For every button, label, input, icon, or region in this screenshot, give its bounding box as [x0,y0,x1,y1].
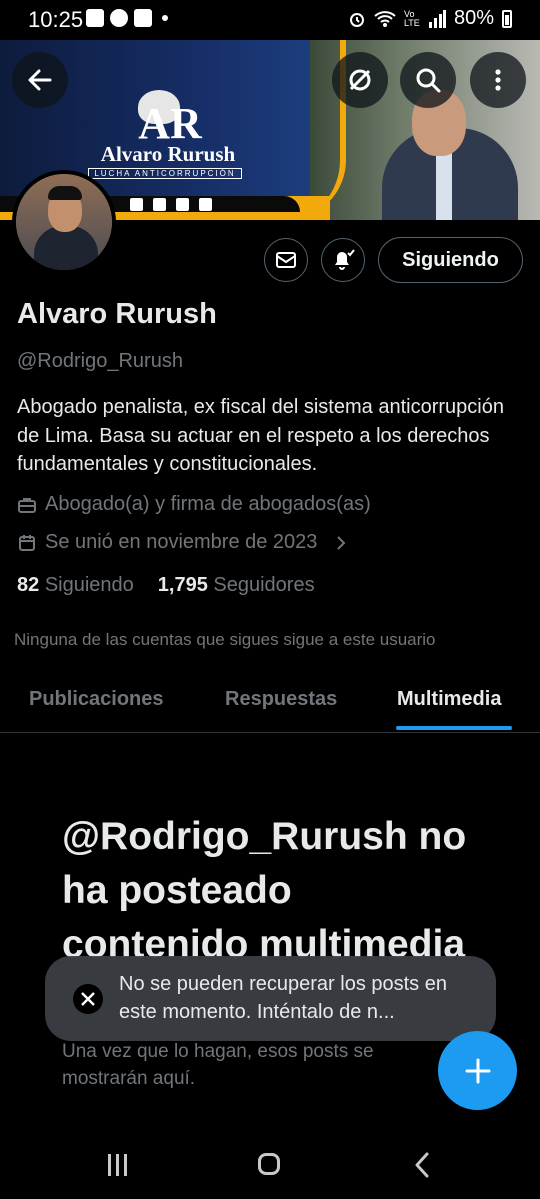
banner-social-icons [130,198,212,211]
profile-joined[interactable]: Se unió en noviembre de 2023 [17,531,351,554]
status-time: 10:25 [28,7,84,32]
profile-tabs: Publicaciones Respuestas Multimedia [0,672,540,733]
following-label: Siguiendo [44,574,134,596]
calendar-icon [19,534,35,551]
alarm-icon [349,12,364,27]
more-notifications-icon [162,15,168,21]
error-toast: No se pueden recuperar los posts en este… [45,956,496,1041]
youtube-icon [134,9,152,27]
arrow-left-icon [28,69,52,91]
followers-label: Seguidores [213,574,315,596]
battery-percent: 80% [453,7,494,29]
follow-stats: 82 Siguiendo 1,795 Seguidores [17,574,315,597]
search-button[interactable] [400,52,456,108]
search-icon [416,68,441,93]
avatar[interactable] [12,170,116,274]
following-button[interactable]: Siguiendo [378,237,523,283]
banner-person-shirt [436,152,452,220]
more-button[interactable] [470,52,526,108]
x-logo-icon [73,984,103,1014]
banner-logo-name: Alvaro Rurush [100,142,236,166]
bell-check-icon [335,249,355,270]
wifi-icon [374,10,396,27]
profile-handle: @Rodrigo_Rurush [17,350,183,372]
banner-curve [250,40,346,220]
profile-category-label: Abogado(a) y firma de abogados(as) [45,493,371,515]
tab-multimedia[interactable]: Multimedia [397,688,501,711]
empty-state-title: @Rodrigo_Rurush no ha posteado contenido… [62,815,467,966]
recent-apps-icon[interactable] [108,1154,127,1176]
tab-respuestas[interactable]: Respuestas [225,688,337,711]
status-right: Vo LTE 80% [348,7,512,30]
back-nav-icon[interactable] [414,1152,430,1178]
following-stat[interactable]: 82 Siguiendo [17,574,134,597]
mail-icon [276,252,296,268]
profile-bio: Abogado penalista, ex fiscal del sistema… [17,396,504,475]
followers-stat[interactable]: 1,795 Seguidores [158,574,315,597]
following-count: 82 [17,574,40,596]
network-label: Vo LTE [403,8,420,28]
grok-button[interactable] [332,52,388,108]
status-bar: 10:25 Vo LTE 80% [0,0,540,40]
empty-state-subtitle: Una vez que lo hagan, esos posts se most… [62,1041,374,1089]
signal-icon [428,9,446,28]
notifications-button[interactable] [321,238,365,282]
toast-message: No se pueden recuperar los posts en este… [119,973,447,1023]
followers-count: 1,795 [157,574,208,596]
tab-publicaciones[interactable]: Publicaciones [29,688,164,711]
profile-joined-label: Se unió en noviembre de 2023 [45,531,318,553]
profile-category: Abogado(a) y firma de abogados(as) [17,493,371,516]
avatar-hair [48,186,82,200]
notification-icons [86,9,168,27]
briefcase-icon [18,497,36,513]
avatar-body [34,226,98,270]
instagram-icon [130,198,143,211]
tab-indicator [396,726,512,730]
facebook-icon [199,198,212,211]
more-vertical-icon [495,69,501,91]
home-icon[interactable] [258,1153,280,1175]
messages-icon [110,9,128,27]
chevron-right-icon [337,535,346,550]
tiktok-icon [176,198,189,211]
grok-icon [349,69,371,91]
battery-icon [502,9,512,28]
back-button[interactable] [12,52,68,108]
gallery-icon [86,9,104,27]
compose-button[interactable] [438,1031,517,1110]
plus-icon [465,1058,490,1083]
message-button[interactable] [264,238,308,282]
profile-name: Alvaro Rurush [17,298,217,330]
x-icon [153,198,166,211]
mutuals-note: Ninguna de las cuentas que sigues sigue … [14,630,436,649]
system-nav-bar [0,1130,540,1199]
